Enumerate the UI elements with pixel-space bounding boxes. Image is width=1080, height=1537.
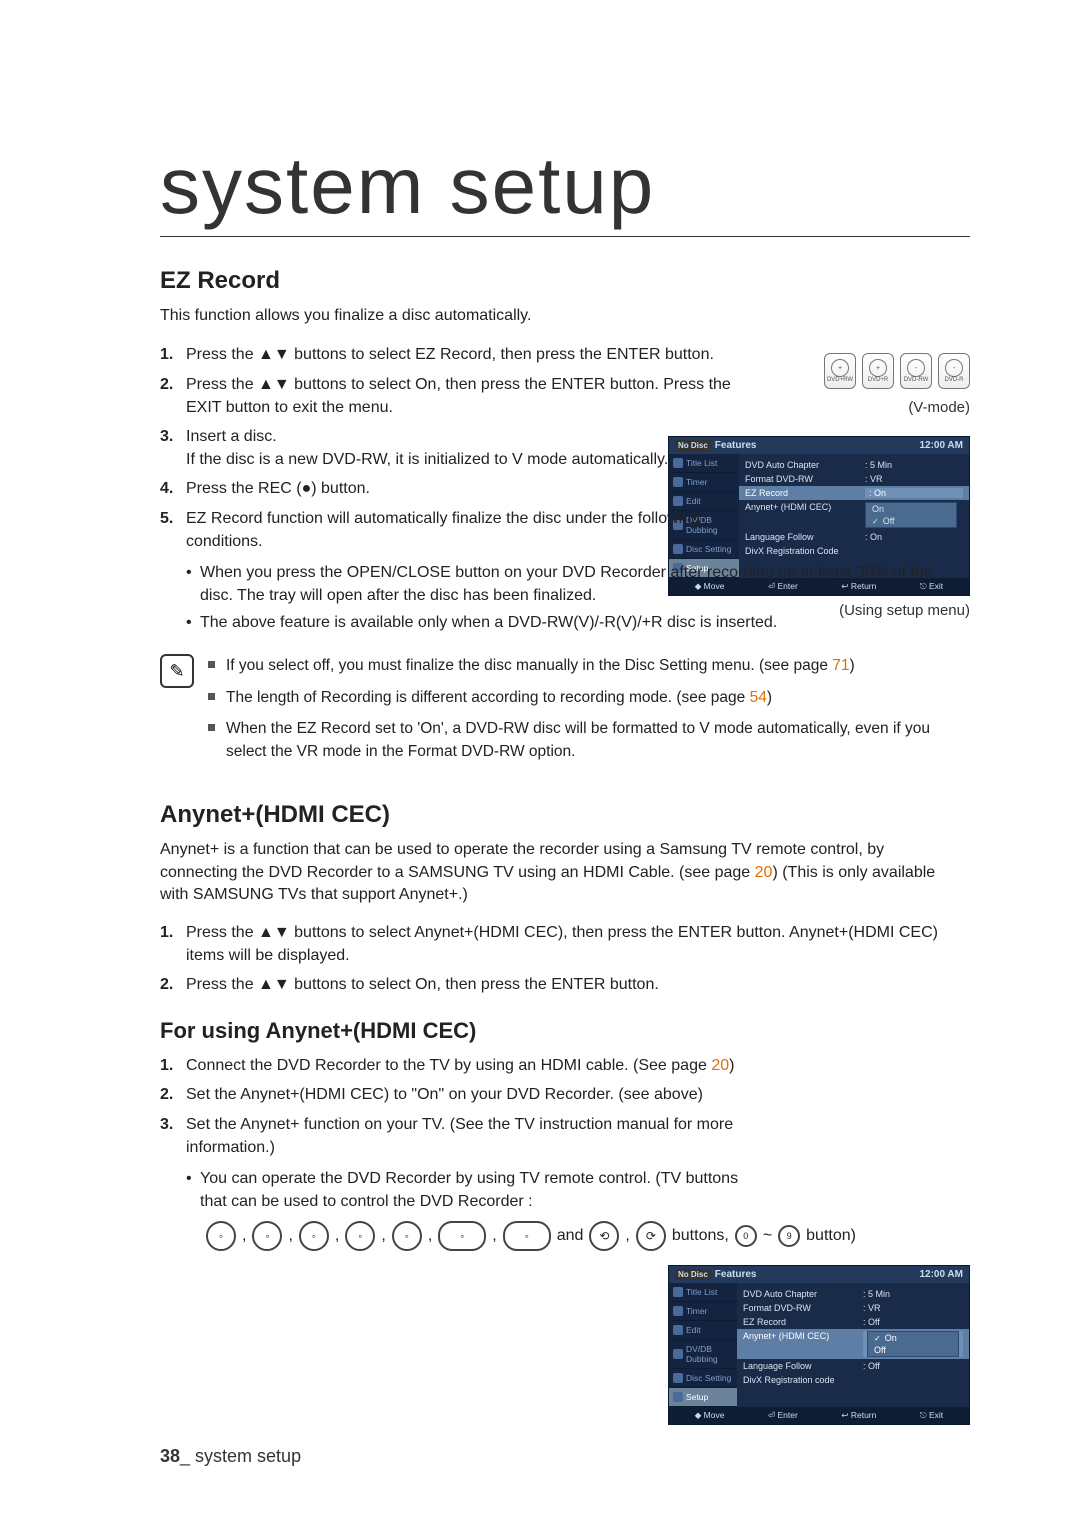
remote-button-icon: ◦: [252, 1221, 282, 1251]
using-anynet-steps: Connect the DVD Recorder to the TV by us…: [160, 1054, 970, 1159]
vmode-label: (V-mode): [908, 399, 970, 416]
note-icon: ✎: [160, 654, 194, 688]
ez-record-intro: This function allows you finalize a disc…: [160, 305, 720, 327]
osd-menu-item: Timer: [669, 1302, 737, 1321]
using-anynet-heading: For using Anynet+(HDMI CEC): [160, 1018, 970, 1044]
note-block: ✎ If you select off, you must finalize t…: [160, 654, 970, 771]
remote-button-icon: ◦: [299, 1221, 329, 1251]
remote-button-icon: ◦: [503, 1221, 551, 1251]
step: Press the ▲▼ buttons to select On, then …: [160, 373, 746, 419]
bullet: When you press the OPEN/CLOSE button on …: [160, 561, 960, 607]
osd-clock: 12:00 AM: [919, 1269, 963, 1280]
manual-page: system setup EZ Record This function all…: [0, 0, 1080, 1537]
step: Set the Anynet+ function on your TV. (Se…: [160, 1113, 746, 1159]
osd-menu-item: DV/DB Dubbing: [669, 1340, 737, 1369]
remote-button-icon: ⟲: [589, 1221, 619, 1251]
page-footer-label: _ system setup: [180, 1446, 301, 1466]
page-number: 38: [160, 1446, 180, 1466]
using-anynet-bullet: You can operate the DVD Recorder by usin…: [160, 1167, 970, 1213]
remote-tail: button): [806, 1227, 856, 1245]
step: Connect the DVD Recorder to the TV by us…: [160, 1054, 746, 1077]
bullet: The above feature is available only when…: [160, 611, 970, 634]
step: Insert a disc. If the disc is a new DVD-…: [160, 425, 746, 471]
step: Set the Anynet+(HDMI CEC) to "On" on you…: [160, 1083, 746, 1106]
page-footer: 38_ system setup: [160, 1446, 301, 1467]
remote-button-icon: ◦: [206, 1221, 236, 1251]
disc-badge: -DVD-R: [938, 353, 970, 389]
note-item: If you select off, you must finalize the…: [208, 654, 970, 677]
note-item: When the EZ Record set to 'On', a DVD-RW…: [208, 717, 970, 764]
bullet: You can operate the DVD Recorder by usin…: [160, 1167, 740, 1213]
disc-type-badges: +DVD+RW +DVD+R -DVD-RW -DVD-R (V-mode): [824, 353, 970, 416]
remote-tail: buttons,: [672, 1227, 729, 1245]
page-title: system setup: [160, 140, 970, 237]
osd-menu-item: Title List: [669, 1283, 737, 1302]
remote-button-icon: 9: [778, 1225, 800, 1247]
anynet-intro: Anynet+ is a function that can be used t…: [160, 839, 960, 906]
osd-menu-item: Disc Setting: [669, 1369, 737, 1388]
ez-record-heading: EZ Record: [160, 267, 970, 295]
remote-button-icon: ◦: [392, 1221, 422, 1251]
osd-screenshot-2: No DiscFeatures 12:00 AM Title List Time…: [668, 1265, 970, 1425]
remote-button-icon: 0: [735, 1225, 757, 1247]
remote-tail: and: [557, 1227, 584, 1245]
remote-button-icon: ◦: [345, 1221, 375, 1251]
remote-buttons-row: ◦, ◦, ◦, ◦, ◦, ◦, ◦ and ⟲, ⟳ buttons, 0~…: [160, 1221, 970, 1251]
step: Press the ▲▼ buttons to select Anynet+(H…: [160, 921, 966, 967]
osd-menu-item: Setup: [669, 1388, 737, 1407]
anynet-heading: Anynet+(HDMI CEC): [160, 801, 970, 829]
ez-record-bullets: When you press the OPEN/CLOSE button on …: [160, 561, 970, 635]
step: Press the ▲▼ buttons to select On, then …: [160, 973, 966, 996]
step: Press the REC (●) button.: [160, 477, 746, 500]
step: EZ Record function will automatically fi…: [160, 507, 746, 553]
remote-button-icon: ⟳: [636, 1221, 666, 1251]
note-item: The length of Recording is different acc…: [208, 686, 970, 709]
step: Press the ▲▼ buttons to select EZ Record…: [160, 343, 746, 366]
disc-badge: +DVD+R: [862, 353, 894, 389]
anynet-steps: Press the ▲▼ buttons to select Anynet+(H…: [160, 921, 970, 997]
osd-clock: 12:00 AM: [919, 440, 963, 451]
remote-button-icon: ◦: [438, 1221, 486, 1251]
disc-badge: -DVD-RW: [900, 353, 932, 389]
disc-badge: +DVD+RW: [824, 353, 856, 389]
osd-menu-item: Edit: [669, 1321, 737, 1340]
